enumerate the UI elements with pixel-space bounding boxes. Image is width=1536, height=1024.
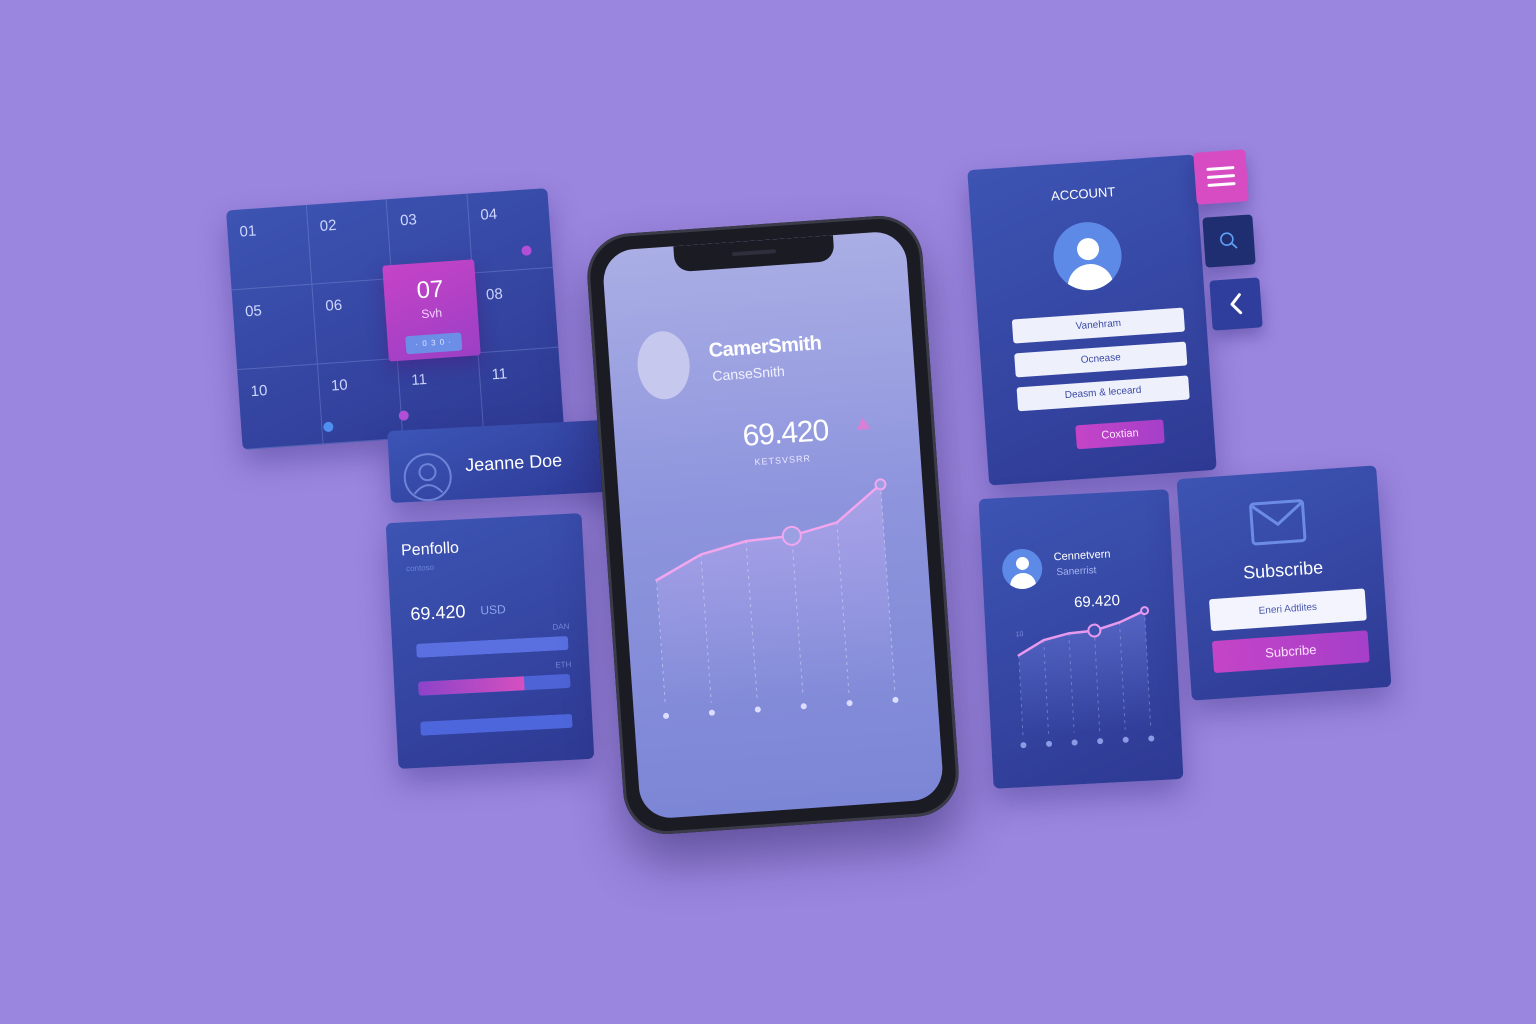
account-field[interactable]: Deasm & leceard — [1016, 375, 1190, 412]
chart-point — [874, 478, 887, 491]
subscribe-card: Subscribe Eneri Adtlites Subcribe — [1176, 465, 1392, 701]
search-icon — [1220, 232, 1238, 249]
bar-fill — [420, 713, 573, 736]
avatar-head — [1076, 237, 1100, 261]
portfolio-bar — [420, 713, 573, 736]
portfolio-subtitle: contoso — [405, 562, 435, 574]
chart-x-tick — [1046, 740, 1053, 747]
chart-x-tick — [1020, 742, 1027, 749]
calendar-day[interactable]: 08 — [472, 267, 559, 354]
portfolio-card: Penfollo contoso 69.420 USD DAN ETH — [385, 513, 595, 769]
subscribe-button[interactable]: Subcribe — [1211, 630, 1370, 674]
calendar-day[interactable]: 10 — [237, 364, 324, 450]
search-button[interactable] — [1202, 214, 1256, 268]
bar-fill — [418, 676, 526, 696]
calendar-selected-day[interactable]: 07 Svh · 0 3 0 · — [382, 259, 481, 362]
user-icon — [1051, 219, 1124, 293]
subscribe-title: Subscribe — [1242, 557, 1324, 583]
chart-x-tick — [754, 706, 761, 713]
portfolio-title: Penfollo — [400, 539, 460, 560]
calendar-day[interactable]: 02 — [306, 199, 393, 285]
chart-point — [1087, 623, 1102, 638]
chart-point — [781, 525, 802, 546]
email-field[interactable]: Eneri Adtlites — [1208, 588, 1367, 632]
chart-x-tick — [1071, 739, 1078, 746]
portfolio-bar — [418, 673, 571, 696]
user-icon — [402, 451, 453, 503]
phone-notch — [673, 235, 835, 273]
chart-x-tick — [663, 712, 670, 719]
selected-day-number: 07 — [415, 275, 445, 305]
chart-x-tick — [846, 700, 853, 707]
chart-x-tick — [708, 709, 715, 716]
bar-label: DAN — [552, 621, 570, 632]
calendar-day[interactable]: 05 — [231, 284, 318, 371]
account-card: ACCOUNT Vanehram Ocnease Deasm & leceard… — [967, 154, 1217, 486]
user-icon — [1001, 547, 1044, 590]
chart-x-tick — [1097, 738, 1104, 745]
portfolio-bar — [416, 635, 569, 658]
calendar-card: 01 02 03 04 05 06 07 08 10 10 11 11 07 S… — [226, 188, 564, 450]
portfolio-currency: USD — [480, 602, 507, 618]
bar-fill — [416, 635, 569, 658]
trend-up-icon — [855, 416, 871, 430]
profile-chip[interactable]: Jeanne Doe — [387, 418, 627, 504]
chart-x-tick — [892, 696, 899, 703]
chart-x-tick — [1122, 736, 1129, 743]
mail-icon — [1249, 499, 1307, 546]
calendar-day[interactable]: 01 — [226, 204, 312, 291]
chart-area — [1018, 610, 1151, 736]
connections-name: Cennetvern — [1053, 548, 1111, 564]
portfolio-value: 69.420 — [409, 601, 466, 625]
avatar[interactable] — [635, 329, 692, 401]
connections-card: Cennetvern Sanerrist 69.420 10 — [978, 489, 1184, 789]
chart-area — [656, 484, 895, 706]
phone-caption: KETSVSRR — [754, 453, 812, 468]
calendar-day[interactable]: 04 — [466, 188, 553, 274]
phone-line-chart — [655, 478, 899, 719]
phone-user-handle: CanseSnith — [711, 362, 786, 384]
profile-name: Jeanne Doe — [464, 450, 563, 476]
avatar-body — [1066, 262, 1115, 293]
account-submit-button[interactable]: Coxtian — [1075, 419, 1165, 450]
bar-label: ETH — [555, 659, 572, 670]
avatar-head — [1015, 556, 1030, 571]
account-field[interactable]: Vanehram — [1011, 307, 1186, 344]
phone-mockup: CamerSmith CanseSnith 69.420 KETSVSRR — [584, 213, 962, 837]
connections-line-chart — [1017, 606, 1155, 749]
speaker — [731, 249, 777, 257]
connections-sub: Sanerrist — [1056, 565, 1097, 579]
account-title: ACCOUNT — [1050, 184, 1116, 204]
account-field[interactable]: Ocnease — [1014, 341, 1188, 378]
calendar-day[interactable]: 11 — [478, 347, 564, 434]
avatar-body — [1009, 572, 1037, 590]
back-button[interactable] — [1209, 277, 1263, 331]
phone-screen: CamerSmith CanseSnith 69.420 KETSVSRR — [601, 230, 945, 820]
selected-day-pill[interactable]: · 0 3 0 · — [405, 332, 463, 355]
chevron-left-icon — [1230, 293, 1243, 315]
phone-user-name: CamerSmith — [707, 332, 823, 363]
phone-balance: 69.420 — [741, 413, 830, 453]
chart-x-tick — [1148, 735, 1155, 742]
menu-button[interactable] — [1193, 149, 1249, 205]
chart-x-tick — [800, 703, 807, 710]
chart-point — [1140, 606, 1150, 616]
